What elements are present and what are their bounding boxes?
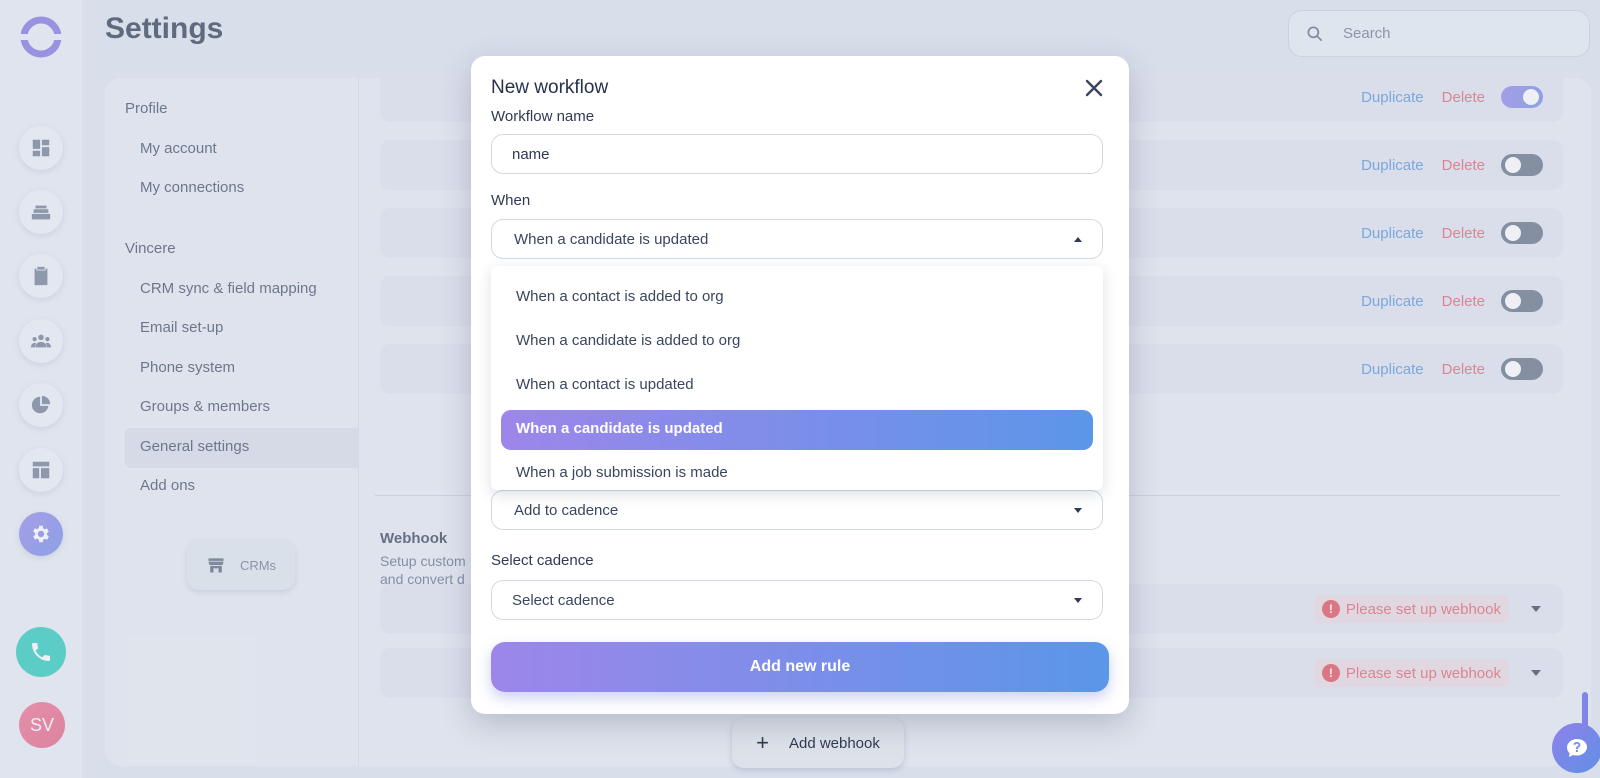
help-chat-button[interactable] [1552,723,1600,773]
dropdown-option[interactable]: When a contact is added to org [516,288,724,305]
chevron-up-icon [1074,236,1082,242]
cadence-select[interactable]: Select cadence [491,580,1103,620]
when-select-value: When a candidate is updated [514,230,709,248]
new-workflow-modal: New workflow Workflow name When When a c… [471,56,1129,714]
add-webhook-button[interactable]: + Add webhook [732,718,904,768]
chevron-down-icon [1074,597,1082,603]
chevron-down-icon [1074,507,1082,513]
dropdown-option[interactable]: When a job submission is made [516,464,728,481]
workflow-name-input[interactable] [491,134,1103,174]
action-select-value: Add to cadence [514,501,619,519]
scrollbar-thumb[interactable] [1582,692,1588,728]
cadence-select-placeholder: Select cadence [512,591,615,609]
add-new-rule-button[interactable]: Add new rule [491,642,1109,692]
close-icon[interactable] [1084,78,1104,98]
cadence-label: Select cadence [491,552,594,569]
modal-title: New workflow [491,77,609,98]
when-dropdown-menu: When a contact is added to org When a ca… [491,266,1103,490]
action-select[interactable]: Add to cadence [491,490,1103,530]
workflow-name-label: Workflow name [491,108,595,125]
when-label: When [491,192,531,209]
dropdown-option-selected[interactable]: When a candidate is updated [516,420,723,437]
add-webhook-label: Add webhook [788,734,880,752]
dropdown-option[interactable]: When a candidate is added to org [516,332,740,349]
chat-help-icon [1567,739,1587,757]
when-select[interactable]: When a candidate is updated [491,219,1103,259]
dropdown-option[interactable]: When a contact is updated [516,376,694,393]
plus-icon: + [756,730,769,755]
